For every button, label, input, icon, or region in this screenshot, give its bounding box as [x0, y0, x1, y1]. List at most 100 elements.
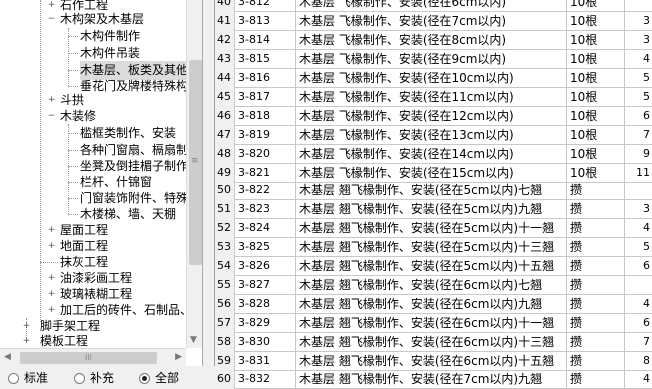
quota-code: 3-818: [235, 107, 296, 126]
quota-amount: 4: [643, 297, 650, 310]
quota-code: 3-823: [235, 200, 296, 219]
table-row[interactable]: 45 3-817 木基层 飞椽制作、安装(径在11cm以内) 10根 5: [215, 88, 652, 107]
quota-filter-radio-group: 标准 补充 全部: [0, 366, 215, 389]
chapter-tree[interactable]: + 石作工程 − 木构架及木基层 木构件制作 木构件吊装 木基层、板类及其他 垂…: [0, 0, 203, 366]
row-number: 60: [215, 370, 235, 389]
quota-code: 3-831: [235, 352, 296, 371]
radio-supplement[interactable]: 补充: [74, 370, 124, 386]
table-row[interactable]: 41 3-813 木基层 飞椽制作、安装(径在7cm以内) 10根 3: [215, 12, 652, 31]
table-row[interactable]: 48 3-820 木基层 飞椽制作、安装(径在14cm以内) 10根 9: [215, 145, 652, 164]
table-row[interactable]: 40 3-812 木基层 飞椽制作、安装(径在6cm以内) 10根: [215, 0, 652, 12]
quota-unit: 攒: [567, 257, 625, 276]
expand-icon[interactable]: +: [22, 337, 31, 346]
expand-icon[interactable]: +: [47, 306, 56, 315]
quota-amount: 8: [643, 354, 650, 367]
radio-all[interactable]: 全部: [139, 370, 199, 386]
quota-amount: [625, 276, 652, 295]
row-number: 50: [215, 181, 235, 200]
tree-vertical-scrollbar[interactable]: ≡ ▼: [186, 0, 202, 348]
quota-name: 木基层 翘飞椽制作、安装(径在5cm以内)十五翘: [296, 257, 567, 276]
quota-name: 木基层 翘飞椽制作、安装(径在5cm以内)七翘: [296, 181, 567, 200]
radio-standard[interactable]: 标准: [8, 370, 58, 386]
tree-vertical-scroll-thumb[interactable]: ≡: [189, 60, 202, 265]
quota-code: 3-825: [235, 238, 296, 257]
quota-amount: 4: [643, 372, 650, 385]
table-row[interactable]: 55 3-827 木基层 翘飞椽制作、安装(径在6cm以内)七翘攒: [215, 276, 652, 295]
quota-name: 木基层 翘飞椽制作、安装(径在7cm以内)九翘: [296, 370, 567, 389]
quota-amount: 3: [643, 33, 650, 46]
quota-unit: 10根: [567, 31, 625, 50]
scroll-right-arrow-icon[interactable]: ▶: [175, 352, 182, 362]
expand-icon[interactable]: +: [47, 226, 56, 235]
table-row[interactable]: 43 3-815 木基层 飞椽制作、安装(径在9cm以内) 10根 4: [215, 50, 652, 69]
quota-code: 3-828: [235, 295, 296, 314]
quota-name: 木基层 飞椽制作、安装(径在9cm以内): [296, 50, 567, 69]
expand-icon[interactable]: +: [47, 242, 56, 251]
tree-horizontal-scroll-thumb[interactable]: III: [20, 352, 157, 364]
quota-code: 3-814: [235, 31, 296, 50]
expand-icon[interactable]: +: [47, 96, 56, 105]
collapse-icon[interactable]: −: [47, 15, 56, 24]
table-row[interactable]: 46 3-818 木基层 飞椽制作、安装(径在12cm以内) 10根 6: [215, 107, 652, 126]
quota-name: 木基层 飞椽制作、安装(径在7cm以内): [296, 12, 567, 31]
quota-name: 木基层 飞椽制作、安装(径在12cm以内): [296, 107, 567, 126]
table-row[interactable]: 50 3-822 木基层 翘飞椽制作、安装(径在5cm以内)七翘攒: [215, 181, 652, 200]
expand-icon[interactable]: +: [47, 274, 56, 283]
quota-unit: 攒: [567, 314, 625, 333]
collapse-icon[interactable]: −: [47, 112, 56, 121]
quota-unit: 10根: [567, 12, 625, 31]
table-row[interactable]: 59 3-831 木基层 翘飞椽制作、安装(径在6cm以内)十五翘攒 8: [215, 352, 652, 371]
quota-name: 木基层 翘飞椽制作、安装(径在5cm以内)十三翘: [296, 238, 567, 257]
table-row[interactable]: 44 3-816 木基层 飞椽制作、安装(径在10cm以内) 10根 5: [215, 69, 652, 88]
quota-amount: 4: [643, 52, 650, 65]
quota-unit: 攒: [567, 181, 625, 200]
table-row[interactable]: 51 3-823 木基层 翘飞椽制作、安装(径在5cm以内)九翘攒 3: [215, 200, 652, 219]
quota-unit: 攒: [567, 219, 625, 238]
expand-icon[interactable]: +: [22, 322, 31, 331]
quota-code: 3-824: [235, 219, 296, 238]
quota-unit: 10根: [567, 69, 625, 88]
quota-code: 3-812: [235, 0, 296, 12]
scroll-down-arrow-icon[interactable]: ▼: [190, 335, 197, 345]
scroll-left-arrow-icon[interactable]: ◀: [4, 352, 11, 362]
table-row[interactable]: 58 3-830 木基层 翘飞椽制作、安装(径在6cm以内)十三翘攒 7: [215, 333, 652, 352]
table-row[interactable]: 53 3-825 木基层 翘飞椽制作、安装(径在5cm以内)十三翘攒 5: [215, 238, 652, 257]
row-number: 43: [215, 50, 235, 69]
radio-circle[interactable]: [74, 373, 85, 384]
table-row[interactable]: 56 3-828 木基层 翘飞椽制作、安装(径在6cm以内)九翘攒 4: [215, 295, 652, 314]
table-row[interactable]: 47 3-819 木基层 飞椽制作、安装(径在13cm以内) 10根 7: [215, 126, 652, 145]
tree-connector: [68, 70, 78, 71]
row-number: 46: [215, 107, 235, 126]
quota-unit: 攒: [567, 370, 625, 389]
tree-connector: [68, 182, 78, 183]
quota-unit: 10根: [567, 88, 625, 107]
tree-connector: [68, 133, 78, 134]
tree-connector: [68, 214, 78, 215]
quota-name: 木基层 翘飞椽制作、安装(径在6cm以内)七翘: [296, 276, 567, 295]
table-row[interactable]: 42 3-814 木基层 飞椽制作、安装(径在8cm以内) 10根 3: [215, 31, 652, 50]
row-number: 53: [215, 238, 235, 257]
quota-unit: 10根: [567, 145, 625, 164]
radio-circle[interactable]: [8, 373, 19, 384]
radio-label: 全部: [155, 371, 180, 385]
panel-splitter[interactable]: [203, 0, 215, 366]
quota-name: 木基层 飞椽制作、安装(径在8cm以内): [296, 31, 567, 50]
radio-circle-selected[interactable]: [139, 373, 150, 384]
quota-amount: 5: [643, 240, 650, 253]
tree-connector: [68, 150, 78, 151]
quota-code: 3-815: [235, 50, 296, 69]
expand-icon[interactable]: +: [47, 1, 56, 10]
quota-amount: 9: [643, 147, 650, 160]
tree-horizontal-scrollbar[interactable]: ◀ III ▶: [0, 348, 186, 366]
expand-icon[interactable]: +: [47, 290, 56, 299]
quota-unit: 10根: [567, 126, 625, 145]
table-row[interactable]: 57 3-829 木基层 翘飞椽制作、安装(径在6cm以内)十一翘攒 6: [215, 314, 652, 333]
row-number: 56: [215, 295, 235, 314]
quota-code: 3-832: [235, 370, 296, 389]
quota-unit: 10根: [567, 0, 625, 12]
quota-code: 3-819: [235, 126, 296, 145]
table-row[interactable]: 52 3-824 木基层 翘飞椽制作、安装(径在5cm以内)十一翘攒 4: [215, 219, 652, 238]
table-row[interactable]: 60 3-832 木基层 翘飞椽制作、安装(径在7cm以内)九翘攒 4: [215, 370, 652, 389]
table-row[interactable]: 54 3-826 木基层 翘飞椽制作、安装(径在5cm以内)十五翘攒 6: [215, 257, 652, 276]
quota-unit: 攒: [567, 200, 625, 219]
